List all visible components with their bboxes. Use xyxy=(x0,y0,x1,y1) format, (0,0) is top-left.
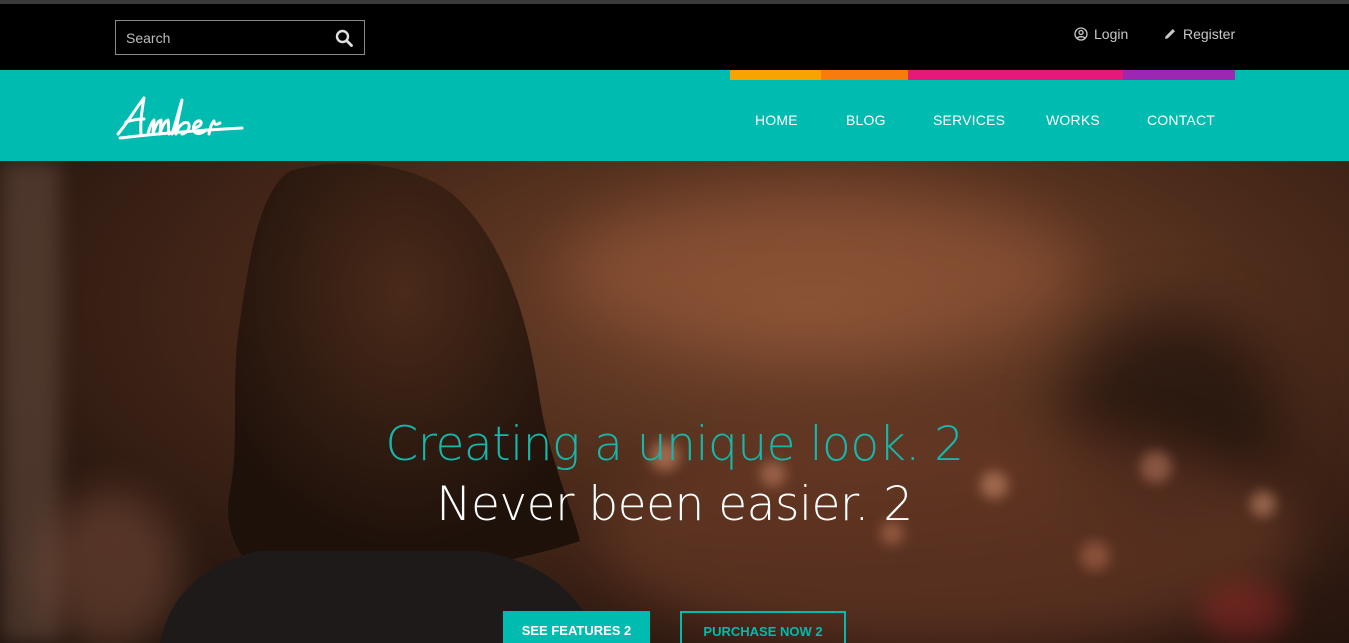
nav-item-home[interactable]: HOME xyxy=(755,112,798,128)
purchase-now-button[interactable]: PURCHASE NOW 2 xyxy=(680,611,846,643)
user-circle-icon xyxy=(1074,27,1088,41)
register-link[interactable]: Register xyxy=(1163,26,1235,42)
color-strip-purple xyxy=(1123,70,1235,80)
hero-headline: Creating a unique look. 2 xyxy=(385,417,964,472)
color-strip-pink xyxy=(908,70,1123,80)
top-bar: Login Register xyxy=(0,4,1349,70)
nav-item-works[interactable]: WORKS xyxy=(1046,112,1100,128)
see-features-button[interactable]: SEE FEATURES 2 xyxy=(503,611,650,643)
register-label: Register xyxy=(1183,26,1236,42)
search-icon xyxy=(335,29,353,47)
hero-background-image xyxy=(0,161,1349,643)
search-button[interactable] xyxy=(324,21,364,54)
amber-logo xyxy=(116,96,244,140)
hero-subheadline: Never been easier. 2 xyxy=(436,477,913,532)
brand-logo[interactable] xyxy=(114,92,249,142)
nav-item-services[interactable]: SERVICES xyxy=(933,112,1005,128)
speaker-silhouette xyxy=(160,163,600,643)
color-strip-dark-orange xyxy=(821,70,908,80)
search-input[interactable] xyxy=(116,21,324,54)
hero-section: Creating a unique look. 2 Never been eas… xyxy=(0,161,1349,643)
color-strip-orange xyxy=(730,70,821,80)
login-label: Login xyxy=(1094,26,1129,42)
login-link[interactable]: Login xyxy=(1074,26,1128,42)
nav-item-contact[interactable]: CONTACT xyxy=(1147,112,1215,128)
nav-item-blog[interactable]: BLOG xyxy=(846,112,886,128)
main-navbar: HOME BLOG SERVICES WORKS CONTACT xyxy=(0,70,1349,161)
search-box xyxy=(115,20,365,55)
pencil-icon xyxy=(1165,29,1175,39)
